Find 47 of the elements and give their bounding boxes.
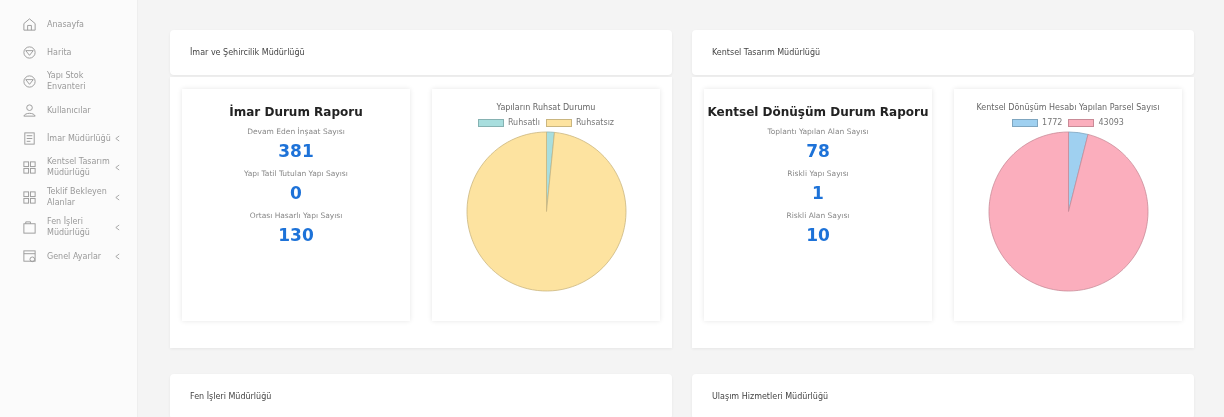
report-title: İmar Durum Raporu xyxy=(229,105,363,119)
legend-label: Ruhsatsız xyxy=(575,118,615,127)
stat-value: 1 xyxy=(812,183,824,203)
stat-value: 10 xyxy=(806,225,830,245)
grid-icon xyxy=(22,159,37,175)
sidebar-item[interactable]: Genel Ayarlar xyxy=(0,242,137,270)
nav-label: Teklif Bekleyen Alanlar xyxy=(47,186,108,208)
panel-title: Fen İşleri Müdürlüğü xyxy=(190,392,272,401)
settings-icon xyxy=(22,248,37,264)
sidebar-item[interactable]: Kullanıcılar xyxy=(0,96,137,124)
nav-label: Genel Ayarlar xyxy=(47,250,103,262)
sidebar-item[interactable]: İmar Müdürlüğü xyxy=(0,124,137,152)
globe-icon xyxy=(22,73,37,89)
sidebar-item[interactable]: Fen İşleri Müdürlüğü xyxy=(0,212,137,242)
sidebar-item[interactable]: Harita xyxy=(0,38,137,66)
stat-value: 0 xyxy=(290,183,302,203)
nav-label: Anasayfa xyxy=(47,18,85,30)
chart-title: Yapıların Ruhsat Durumu xyxy=(496,103,596,112)
home-icon xyxy=(22,16,37,32)
nav-label: Fen İşleri Müdürlüğü xyxy=(47,216,91,238)
user-icon xyxy=(22,102,37,118)
sidebar-item[interactable]: Yapı Stok Envanteri xyxy=(0,66,137,96)
stat-value: 130 xyxy=(278,225,314,245)
globe-icon xyxy=(22,44,37,60)
stat-value: 381 xyxy=(278,141,314,161)
folder-icon xyxy=(22,219,37,235)
grid-icon xyxy=(22,189,37,205)
legend-label: 43093 xyxy=(1098,118,1124,127)
legend-label: 1772 xyxy=(1042,118,1063,127)
legend-swatch xyxy=(1068,118,1095,127)
sidebar-item[interactable]: Kentsel Tasarım Müdürlüğü xyxy=(0,152,137,182)
sidebar-item[interactable]: Anasayfa xyxy=(0,10,137,38)
nav-label: Yapı Stok Envanteri xyxy=(47,70,87,92)
stat-value: 78 xyxy=(806,141,830,161)
document-icon xyxy=(22,130,37,146)
legend-swatch xyxy=(1012,118,1039,127)
nav-label: Harita xyxy=(47,46,73,58)
nav-label: İmar Müdürlüğü xyxy=(47,132,111,144)
nav-label: Kentsel Tasarım Müdürlüğü xyxy=(47,156,111,178)
panel-title: İmar ve Şehircilik Müdürlüğü xyxy=(190,48,305,57)
nav-label: Kullanıcılar xyxy=(47,104,92,116)
chart-title: Kentsel Dönüşüm Hesabı Yapılan Parsel Sayısı xyxy=(976,103,1160,112)
legend-label: Ruhsatlı xyxy=(507,118,540,127)
panel-title: Ulaşım Hizmetleri Müdürlüğü xyxy=(712,392,829,401)
sidebar-item[interactable]: Teklif Bekleyen Alanlar xyxy=(0,182,137,212)
report-title: Kentsel Dönüşüm Durum Raporu xyxy=(707,105,929,119)
panel-title: Kentsel Tasarım Müdürlüğü xyxy=(712,48,821,57)
